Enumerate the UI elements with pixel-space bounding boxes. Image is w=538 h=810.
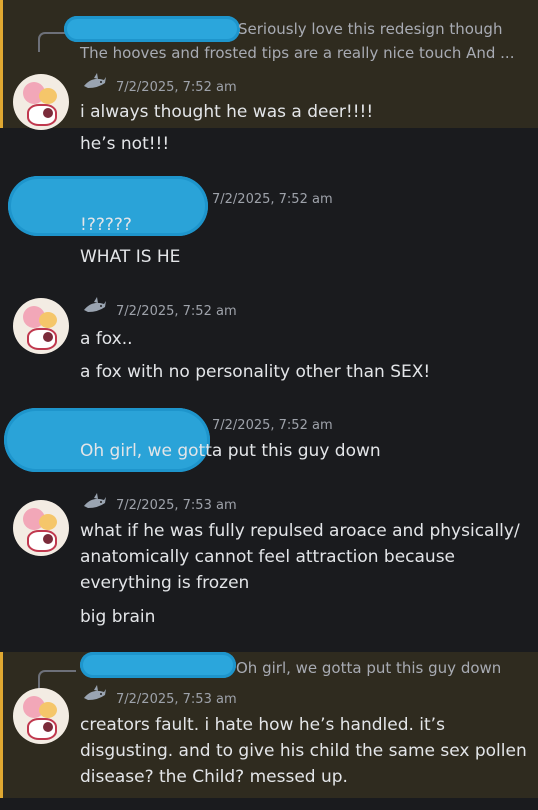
message-text: !????? [80, 215, 132, 235]
avatar[interactable] [13, 298, 69, 354]
timestamp[interactable]: 7/2/2025, 7:52 am [212, 418, 333, 433]
shark-icon [84, 493, 106, 508]
message-text: anatomically cannot feel attraction beca… [80, 547, 456, 567]
reply-preview-line2[interactable]: The hooves and frosted tips are a really… [80, 44, 514, 62]
timestamp[interactable]: 7/2/2025, 7:52 am [116, 304, 237, 319]
avatar[interactable] [13, 688, 69, 744]
timestamp[interactable]: 7/2/2025, 7:52 am [212, 192, 333, 207]
message-text: big brain [80, 607, 156, 627]
message-text: a fox.. [80, 329, 133, 349]
message-text: disgusting. and to give his child the sa… [80, 741, 527, 761]
redacted-username [64, 16, 240, 42]
message-text: disease? the Child? messed up. [80, 767, 348, 787]
timestamp[interactable]: 7/2/2025, 7:53 am [116, 692, 237, 707]
reply-connector-icon [38, 670, 76, 690]
reply-preview-line1[interactable]: Seriously love this redesign though [238, 20, 502, 38]
message-text: a fox with no personality other than SEX… [80, 362, 431, 382]
message-text: i always thought he was a deer!!!! [80, 102, 374, 122]
message-text: WHAT IS HE [80, 247, 181, 267]
redacted-username [80, 652, 236, 678]
message-text: creators fault. i hate how he’s handled.… [80, 715, 445, 735]
timestamp[interactable]: 7/2/2025, 7:53 am [116, 498, 237, 513]
shark-icon [84, 297, 106, 312]
message-text: he’s not!!! [80, 134, 170, 154]
message-text: everything is frozen [80, 573, 250, 593]
avatar[interactable] [13, 500, 69, 556]
avatar[interactable] [13, 74, 69, 130]
message-6[interactable]: Oh girl, we gotta put this guy down 7/2/… [0, 652, 538, 798]
message-text: what if he was fully repulsed aroace and… [80, 521, 520, 541]
shark-icon [84, 685, 106, 700]
reply-preview-line1[interactable]: Oh girl, we gotta put this guy down [236, 659, 501, 677]
shark-icon [84, 73, 106, 88]
timestamp[interactable]: 7/2/2025, 7:52 am [116, 80, 237, 95]
message-text: Oh girl, we gotta put this guy down [80, 441, 381, 461]
